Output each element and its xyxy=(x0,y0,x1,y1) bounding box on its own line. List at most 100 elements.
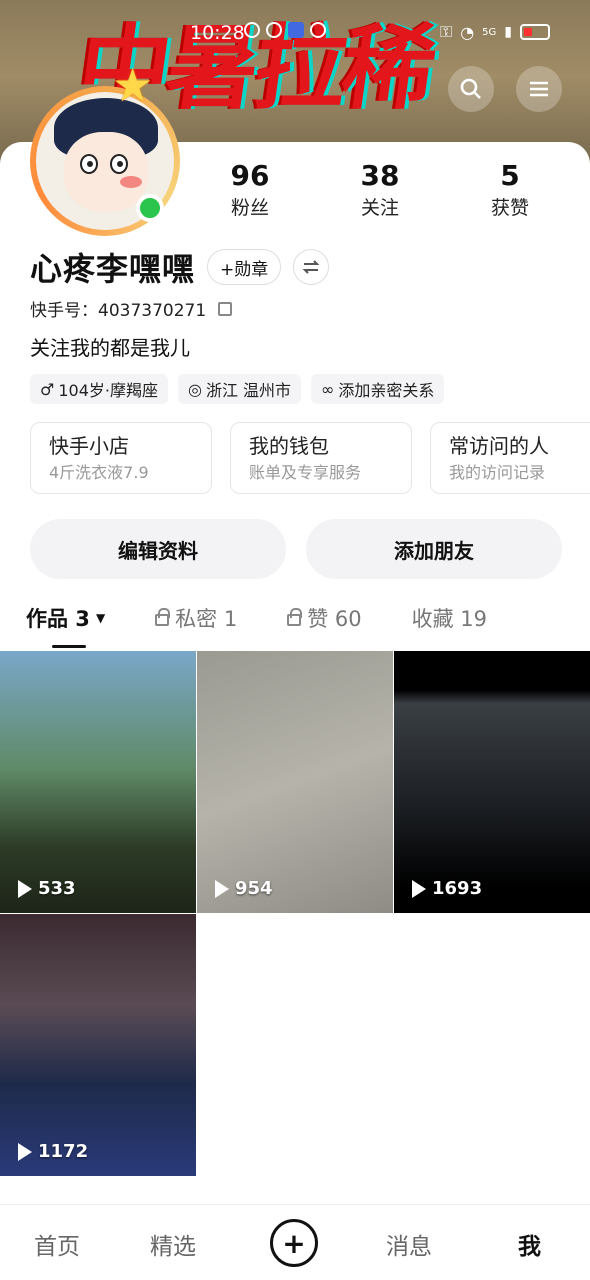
stat-label: 获赞 xyxy=(490,197,529,219)
location-icon: ◎ xyxy=(187,379,202,399)
video-thumbnail[interactable]: 1172 xyxy=(0,914,196,1176)
stat-followers[interactable]: 96 粉丝 xyxy=(185,158,315,222)
nav-featured[interactable]: 精选 xyxy=(150,1227,196,1261)
status-time: 10:28 xyxy=(190,22,245,44)
card-subtitle: 账单及专享服务 xyxy=(249,463,362,482)
content-tabs: 作品 3 ▼ 私密 1 赞 60 收藏 19 xyxy=(26,603,537,633)
play-icon xyxy=(18,879,32,898)
tag-text: 104岁·摩羯座 xyxy=(58,381,158,400)
play-icon xyxy=(412,879,426,898)
video-grid: 533 954 1693 1172 xyxy=(0,651,590,1176)
name-row: 心疼李嘿嘿 +勋章 xyxy=(30,244,330,290)
stat-value: 96 xyxy=(230,159,270,192)
menu-button[interactable] xyxy=(516,66,562,112)
tab-label: 赞 60 xyxy=(307,607,362,631)
tag-age[interactable]: ♂ 104岁·摩羯座 xyxy=(30,374,168,404)
wifi-icon: ◔ xyxy=(460,22,475,42)
stat-label: 关注 xyxy=(360,197,399,219)
video-thumbnail[interactable]: 533 xyxy=(0,651,196,913)
profile-actions: 编辑资料 添加朋友 xyxy=(30,519,562,579)
card-subtitle: 我的访问记录 xyxy=(449,463,546,482)
nav-messages[interactable]: 消息 xyxy=(386,1227,432,1261)
play-count: 1172 xyxy=(18,1141,88,1162)
switch-icon xyxy=(302,260,320,274)
user-id: 快手号：4037370271 xyxy=(30,301,207,321)
stat-following[interactable]: 38 关注 xyxy=(315,158,445,222)
add-friend-button[interactable]: 添加朋友 xyxy=(306,519,562,579)
search-icon xyxy=(460,78,481,99)
notification-k2-icon xyxy=(266,22,282,38)
tab-label: 收藏 19 xyxy=(411,607,488,631)
tab-favorites[interactable]: 收藏 19 xyxy=(412,603,487,633)
lock-icon xyxy=(287,608,303,626)
notification-app-icon xyxy=(288,22,304,38)
chevron-down-icon: ▼ xyxy=(95,611,106,625)
status-notification-icons xyxy=(244,22,326,38)
card-visitors[interactable]: 常访问的人 我的访问记录 xyxy=(430,422,590,494)
avatar-blush xyxy=(120,176,142,188)
profile-stats: 96 粉丝 38 关注 5 获赞 xyxy=(185,158,575,222)
active-tab-indicator xyxy=(52,645,86,648)
play-count-value: 533 xyxy=(38,878,76,899)
tab-label: 作品 3 xyxy=(26,607,90,631)
menu-icon xyxy=(530,81,548,97)
card-wallet[interactable]: 我的钱包 账单及专享服务 xyxy=(230,422,412,494)
key-icon: ⚿ xyxy=(440,22,453,41)
tag-relationship[interactable]: ∞ 添加亲密关系 xyxy=(311,374,445,404)
play-count: 954 xyxy=(215,878,273,899)
stat-value: 5 xyxy=(500,159,520,192)
tab-liked[interactable]: 赞 60 xyxy=(287,603,362,633)
nav-home[interactable]: 首页 xyxy=(34,1227,80,1261)
card-title: 我的钱包 xyxy=(249,434,329,458)
stat-likes[interactable]: 5 获赞 xyxy=(445,158,575,222)
card-subtitle: 4斤洗衣液7.9 xyxy=(49,463,149,482)
status-system-icons: ⚿ ◔ 5G ▮ xyxy=(440,22,550,42)
edit-profile-button[interactable]: 编辑资料 xyxy=(30,519,286,579)
play-count-value: 1172 xyxy=(38,1141,89,1162)
play-count-value: 954 xyxy=(235,878,273,899)
stat-value: 38 xyxy=(360,159,400,192)
link-icon: ∞ xyxy=(321,379,335,399)
avatar-face xyxy=(64,132,148,212)
tab-private[interactable]: 私密 1 xyxy=(155,603,237,633)
male-icon: ♂ xyxy=(40,379,55,399)
profile-tags: ♂ 104岁·摩羯座 ◎ 浙江 温州市 ∞ 添加亲密关系 xyxy=(30,374,445,404)
card-title: 常访问的人 xyxy=(449,434,549,458)
tag-location[interactable]: ◎ 浙江 温州市 xyxy=(177,374,302,404)
avatar-eye-left xyxy=(80,154,98,174)
card-shop[interactable]: 快手小店 4斤洗衣液7.9 xyxy=(30,422,212,494)
notification-k-icon xyxy=(244,22,260,38)
notification-round-icon xyxy=(310,22,326,38)
play-count: 1693 xyxy=(412,878,482,899)
star-decoration-icon: ★ xyxy=(112,58,154,112)
qr-code-icon[interactable] xyxy=(218,301,233,316)
tab-label: 私密 1 xyxy=(175,607,238,631)
bio: 关注我的都是我儿 xyxy=(30,336,190,360)
user-id-row[interactable]: 快手号：4037370271 xyxy=(30,296,233,321)
play-count-value: 1693 xyxy=(432,878,483,899)
bottom-nav: 首页 精选 + 消息 我 xyxy=(0,1204,590,1280)
card-title: 快手小店 xyxy=(49,434,129,458)
nickname: 心疼李嘿嘿 xyxy=(30,250,196,288)
stat-label: 粉丝 xyxy=(230,197,269,219)
lock-icon xyxy=(155,608,171,626)
play-icon xyxy=(215,879,229,898)
create-button[interactable]: + xyxy=(270,1219,318,1267)
tag-text: 浙江 温州市 xyxy=(205,381,292,400)
status-bar: 10:28 ⚿ ◔ 5G ▮ xyxy=(0,20,590,48)
network-label: 5G xyxy=(482,26,497,38)
add-badge-button[interactable]: +勋章 xyxy=(207,249,282,285)
tab-works[interactable]: 作品 3 ▼ xyxy=(26,603,105,633)
play-count: 533 xyxy=(18,878,76,899)
avatar-eye-right xyxy=(110,154,128,174)
video-thumbnail[interactable]: 954 xyxy=(197,651,393,913)
battery-icon xyxy=(520,24,550,40)
plus-icon: + xyxy=(282,1226,306,1260)
signal-icon: ▮ xyxy=(504,24,512,40)
nav-me[interactable]: 我 xyxy=(518,1227,541,1261)
play-icon xyxy=(18,1142,32,1161)
switch-account-button[interactable] xyxy=(293,249,330,285)
video-thumbnail[interactable]: 1693 xyxy=(394,651,590,913)
search-button[interactable] xyxy=(448,66,494,112)
tag-text: 添加亲密关系 xyxy=(338,381,435,400)
